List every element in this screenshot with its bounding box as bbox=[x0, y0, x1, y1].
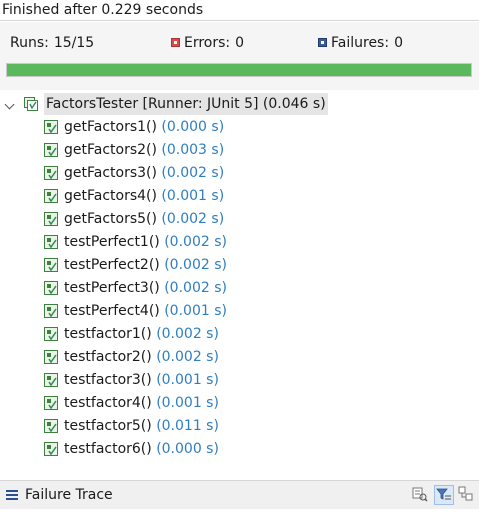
test-time: (0.001 s) bbox=[156, 395, 219, 411]
test-pass-icon bbox=[44, 235, 58, 249]
test-label[interactable]: getFactors3() (0.002 s) bbox=[64, 162, 224, 184]
test-tree[interactable]: FactorsTester [Runner: JUnit 5] (0.046 s… bbox=[0, 90, 479, 470]
copy-trace-icon bbox=[458, 486, 473, 501]
test-label[interactable]: testPerfect3() (0.002 s) bbox=[64, 277, 227, 299]
test-label[interactable]: getFactors5() (0.002 s) bbox=[64, 208, 224, 230]
progress-area bbox=[0, 58, 479, 90]
test-pass-icon bbox=[44, 373, 58, 387]
test-name: testfactor6() bbox=[64, 441, 152, 457]
test-label[interactable]: testPerfect1() (0.002 s) bbox=[64, 231, 227, 253]
test-name: getFactors2() bbox=[64, 142, 157, 158]
test-time: (0.002 s) bbox=[156, 326, 219, 342]
test-name: testfactor3() bbox=[64, 372, 152, 388]
error-icon bbox=[171, 37, 180, 47]
progress-fill bbox=[7, 64, 471, 76]
test-name: testPerfect4() bbox=[64, 303, 160, 319]
test-pass-icon bbox=[44, 258, 58, 272]
test-label[interactable]: testfactor6() (0.000 s) bbox=[64, 438, 219, 460]
test-pass-icon bbox=[44, 350, 58, 364]
test-label[interactable]: testfactor2() (0.002 s) bbox=[64, 346, 219, 368]
test-time: (0.002 s) bbox=[164, 280, 227, 296]
runs-counter: Runs: 15/15 bbox=[10, 34, 94, 52]
test-pass-icon bbox=[44, 120, 58, 134]
failures-value: 0 bbox=[394, 35, 403, 51]
test-suite-icon bbox=[24, 97, 38, 111]
runs-value: 15/15 bbox=[53, 35, 95, 51]
test-pass-icon bbox=[44, 419, 58, 433]
filter-stack-button[interactable] bbox=[434, 485, 454, 505]
tree-root-label[interactable]: FactorsTester [Runner: JUnit 5] (0.046 s… bbox=[44, 93, 328, 115]
test-pass-icon bbox=[44, 396, 58, 410]
test-name: testfactor4() bbox=[64, 395, 152, 411]
failures-counter: Failures: 0 bbox=[318, 34, 403, 52]
test-label[interactable]: testfactor4() (0.001 s) bbox=[64, 392, 219, 414]
compare-result-button[interactable] bbox=[411, 485, 431, 505]
errors-label: Errors: bbox=[184, 35, 231, 51]
test-name: testPerfect1() bbox=[64, 234, 160, 250]
failures-label: Failures: bbox=[331, 35, 390, 51]
test-label[interactable]: getFactors4() (0.001 s) bbox=[64, 185, 224, 207]
failure-trace-title: Failure Trace bbox=[25, 487, 113, 503]
test-label[interactable]: testfactor5() (0.011 s) bbox=[64, 415, 219, 437]
test-time: (0.001 s) bbox=[164, 303, 227, 319]
test-name: getFactors4() bbox=[64, 188, 157, 204]
test-name: testPerfect2() bbox=[64, 257, 160, 273]
test-label[interactable]: getFactors2() (0.003 s) bbox=[64, 139, 224, 161]
runs-label: Runs: bbox=[10, 35, 49, 51]
test-time: (0.000 s) bbox=[156, 441, 219, 457]
test-pass-icon bbox=[44, 212, 58, 226]
test-time: (0.002 s) bbox=[156, 349, 219, 365]
test-name: testfactor2() bbox=[64, 349, 152, 365]
test-time: (0.003 s) bbox=[161, 142, 225, 158]
test-name: testfactor1() bbox=[64, 326, 152, 342]
status-message: Finished after 0.229 seconds bbox=[0, 0, 479, 21]
test-pass-icon bbox=[44, 189, 58, 203]
test-time: (0.002 s) bbox=[161, 211, 225, 227]
failure-trace-icon bbox=[6, 490, 18, 500]
copy-trace-button[interactable] bbox=[457, 485, 477, 505]
test-label[interactable]: getFactors1() (0.000 s) bbox=[64, 116, 224, 138]
test-pass-icon bbox=[44, 143, 58, 157]
compare-result-icon bbox=[412, 487, 428, 502]
test-counters: Runs: 15/15 Errors: 0 Failures: 0 bbox=[0, 22, 479, 58]
test-pass-icon bbox=[44, 281, 58, 295]
test-name: getFactors3() bbox=[64, 165, 157, 181]
expand-chevron-icon[interactable] bbox=[4, 99, 15, 110]
test-pass-icon bbox=[44, 304, 58, 318]
test-time: (0.002 s) bbox=[164, 257, 227, 273]
test-pass-icon bbox=[44, 166, 58, 180]
progress-bar bbox=[6, 63, 472, 77]
test-name: getFactors5() bbox=[64, 211, 157, 227]
test-time: (0.001 s) bbox=[161, 188, 225, 204]
root-name: FactorsTester [Runner: JUnit 5] bbox=[46, 96, 259, 112]
test-label[interactable]: testfactor1() (0.002 s) bbox=[64, 323, 219, 345]
test-pass-icon bbox=[44, 327, 58, 341]
filter-stack-icon bbox=[436, 488, 451, 500]
test-time: (0.011 s) bbox=[156, 418, 219, 434]
test-time: (0.002 s) bbox=[164, 234, 227, 250]
failure-trace-header: Failure Trace bbox=[0, 480, 479, 509]
test-time: (0.001 s) bbox=[156, 372, 219, 388]
errors-value: 0 bbox=[235, 35, 245, 51]
test-name: testPerfect3() bbox=[64, 280, 160, 296]
test-time: (0.002 s) bbox=[161, 165, 225, 181]
test-label[interactable]: testPerfect4() (0.001 s) bbox=[64, 300, 227, 322]
test-label[interactable]: testfactor3() (0.001 s) bbox=[64, 369, 219, 391]
test-name: getFactors1() bbox=[64, 119, 157, 135]
test-pass-icon bbox=[44, 442, 58, 456]
root-time: (0.046 s) bbox=[262, 96, 326, 112]
test-time: (0.000 s) bbox=[161, 119, 225, 135]
failure-icon bbox=[318, 37, 327, 47]
test-label[interactable]: testPerfect2() (0.002 s) bbox=[64, 254, 227, 276]
test-name: testfactor5() bbox=[64, 418, 152, 434]
errors-counter: Errors: 0 bbox=[171, 34, 244, 52]
